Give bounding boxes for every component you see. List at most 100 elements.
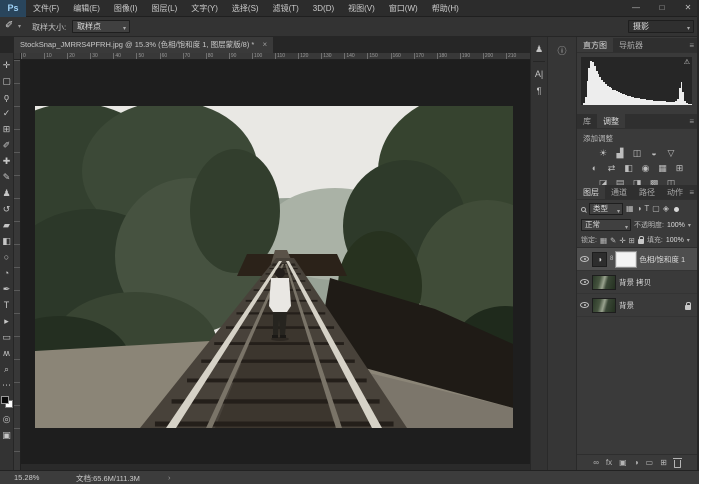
hand-tool-icon[interactable]: ʍ	[0, 345, 14, 361]
close-button[interactable]: ✕	[681, 0, 695, 15]
eraser-tool-icon[interactable]: ▰	[0, 217, 14, 233]
menu-item[interactable]: 窗口(W)	[382, 0, 425, 17]
history-brush-tool-icon[interactable]: ↺	[0, 201, 14, 217]
adjustment-layer-thumbnail[interactable]: ◑	[592, 252, 607, 267]
menu-item[interactable]: 文字(Y)	[184, 0, 225, 17]
gradient-tool-icon[interactable]: ◧	[0, 233, 14, 249]
tab-channels[interactable]: 通道	[605, 185, 633, 199]
filter-type-dropdown[interactable]: 类型 ▾	[589, 203, 623, 215]
layer-row-hue-saturation[interactable]: ◑ 8 色相/饱和度 1	[577, 248, 697, 271]
tab-actions[interactable]: 动作	[661, 185, 689, 199]
move-tool-icon[interactable]: ✛	[0, 57, 14, 73]
eyedropper-tool-icon[interactable]: ✐	[0, 137, 14, 153]
levels-icon[interactable]: ▟	[614, 147, 627, 160]
menu-item[interactable]: 帮助(H)	[425, 0, 466, 17]
lock-image-icon[interactable]: ✎	[610, 236, 616, 245]
path-selection-tool-icon[interactable]: ▸	[0, 313, 14, 329]
workspace-dropdown[interactable]: 摄影 ▾	[628, 20, 694, 33]
chevron-down-icon[interactable]: ▾	[688, 222, 691, 229]
menu-item[interactable]: 图层(L)	[144, 0, 184, 17]
document-image[interactable]	[35, 106, 513, 428]
screen-mode-icon[interactable]: ▣	[0, 427, 14, 443]
layer-name[interactable]: 色相/饱和度 1	[639, 254, 685, 265]
sample-size-dropdown[interactable]: 取样点 ▾	[72, 20, 130, 33]
menu-item[interactable]: 3D(D)	[306, 0, 341, 17]
shape-filter-icon[interactable]: ▢	[652, 203, 660, 215]
channel-mixer-icon[interactable]: ▦	[656, 162, 669, 175]
shape-tool-icon[interactable]: ▭	[0, 329, 14, 345]
black-white-icon[interactable]: ◧	[622, 162, 635, 175]
maximize-button[interactable]: □	[655, 0, 669, 15]
tool-presets-panel-icon[interactable]: ♟	[531, 44, 547, 55]
layer-thumbnail[interactable]	[592, 275, 616, 290]
exposure-icon[interactable]: ◒	[648, 147, 661, 160]
marquee-tool-icon[interactable]: ▢	[0, 73, 14, 89]
status-chevron-icon[interactable]: ›	[168, 473, 171, 482]
type-tool-icon[interactable]: T	[0, 297, 14, 313]
brush-tool-icon[interactable]: ✎	[0, 169, 14, 185]
tab-close-icon[interactable]: ×	[262, 40, 267, 49]
new-group-icon[interactable]: ▭	[646, 456, 654, 470]
chevron-down-icon[interactable]: ▾	[687, 237, 690, 244]
tab-libraries[interactable]: 库	[577, 114, 597, 128]
menu-item[interactable]: 图像(I)	[107, 0, 145, 17]
hue-saturation-icon[interactable]: ◐	[588, 162, 601, 175]
color-lookup-icon[interactable]: ⊞	[673, 162, 686, 175]
layer-style-icon[interactable]: fx	[606, 456, 612, 470]
color-balance-icon[interactable]: ⇄	[605, 162, 618, 175]
brightness-contrast-icon[interactable]: ☀	[597, 147, 610, 160]
adjustment-filter-icon[interactable]: ◑	[637, 203, 642, 215]
character-panel-icon[interactable]: A|	[531, 69, 547, 79]
filter-toggle-icon[interactable]	[674, 207, 679, 212]
zoom-tool-icon[interactable]: ⌕	[0, 361, 14, 377]
document-tab[interactable]: StockSnap_JMRRS4PFRH.jpg @ 15.3% (色相/饱和度…	[14, 37, 273, 53]
panel-menu-icon[interactable]: ≡	[689, 185, 694, 200]
layer-mask-thumbnail[interactable]	[616, 252, 636, 267]
lock-all-icon[interactable]	[638, 239, 644, 244]
curves-icon[interactable]: ◫	[631, 147, 644, 160]
layer-name[interactable]: 背景 拷贝	[619, 277, 651, 288]
minimize-button[interactable]: —	[629, 0, 643, 15]
zoom-level-field[interactable]: 15.28%	[14, 473, 39, 482]
tab-navigator[interactable]: 导航器	[613, 38, 649, 52]
vibrance-icon[interactable]: ▽	[665, 147, 678, 160]
tab-layers[interactable]: 图层	[577, 185, 605, 199]
tab-paths[interactable]: 路径	[633, 185, 661, 199]
new-layer-icon[interactable]: ⊞	[660, 456, 667, 470]
tab-histogram[interactable]: 直方图	[577, 38, 613, 52]
lock-position-icon[interactable]: ✛	[619, 236, 625, 245]
crop-tool-icon[interactable]: ⊞	[0, 121, 14, 137]
pixel-filter-icon[interactable]: ▦	[626, 203, 634, 215]
menu-item[interactable]: 视图(V)	[341, 0, 382, 17]
type-filter-icon[interactable]: T	[644, 203, 649, 215]
visibility-eye-icon[interactable]	[580, 302, 589, 308]
smart-object-filter-icon[interactable]: ◈	[663, 203, 669, 215]
dodge-tool-icon[interactable]: ◔	[0, 265, 14, 281]
add-mask-icon[interactable]: ▣	[619, 456, 627, 470]
photo-filter-icon[interactable]: ◉	[639, 162, 652, 175]
clone-stamp-tool-icon[interactable]: ♟	[0, 185, 14, 201]
tool-preset-caret-icon[interactable]: ▾	[18, 23, 21, 30]
panel-menu-icon[interactable]: ≡	[689, 114, 694, 129]
spot-healing-tool-icon[interactable]: ✚	[0, 153, 14, 169]
panel-menu-icon[interactable]: ≡	[689, 38, 694, 53]
new-adjustment-icon[interactable]: ◑	[634, 456, 639, 470]
color-swatches[interactable]	[1, 396, 13, 408]
blend-mode-dropdown[interactable]: 正常 ▾	[581, 219, 631, 231]
warning-icon[interactable]: ⚠	[684, 58, 690, 66]
layer-name[interactable]: 背景	[619, 300, 634, 311]
tab-adjustments[interactable]: 调整	[597, 114, 625, 128]
blur-tool-icon[interactable]: ○	[0, 249, 14, 265]
pen-tool-icon[interactable]: ✒	[0, 281, 14, 297]
layer-row-background-copy[interactable]: 背景 拷贝	[577, 271, 697, 294]
lock-artboard-icon[interactable]: ⊞	[629, 236, 635, 245]
eyedropper-options-icon[interactable]: ✐	[5, 20, 13, 31]
visibility-eye-icon[interactable]	[580, 279, 589, 285]
menu-item[interactable]: 编辑(E)	[66, 0, 107, 17]
quick-mask-icon[interactable]: ◎	[0, 411, 14, 427]
visibility-eye-icon[interactable]	[580, 256, 589, 262]
layer-row-background[interactable]: 背景	[577, 294, 697, 317]
lock-transparency-icon[interactable]: ▦	[600, 236, 607, 245]
info-panel-icon[interactable]: ⓘ	[548, 44, 576, 57]
fill-value[interactable]: 100%	[666, 237, 684, 244]
